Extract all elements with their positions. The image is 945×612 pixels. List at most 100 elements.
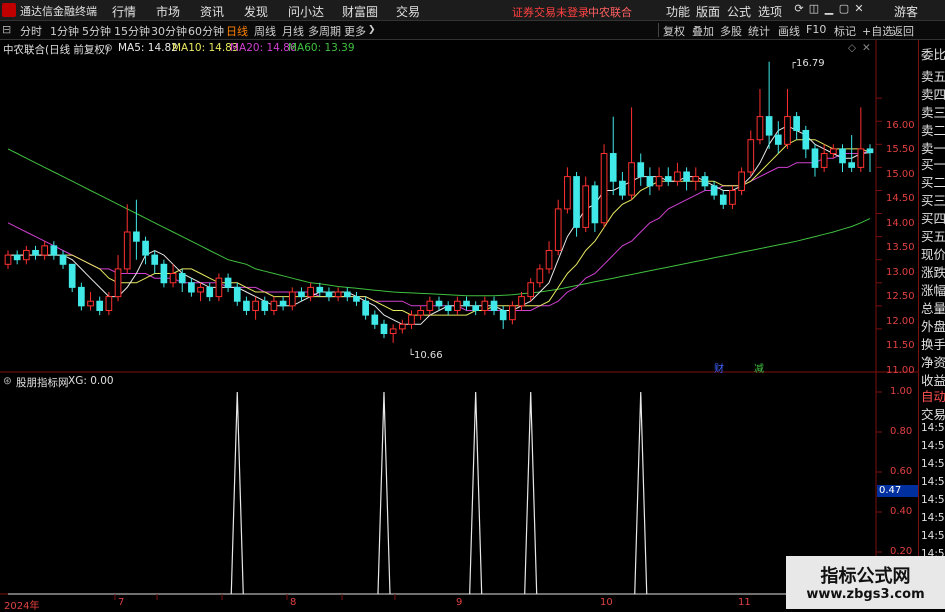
- side-label[interactable]: 委比: [921, 44, 945, 63]
- side-label[interactable]: 涨跌: [921, 262, 945, 281]
- side-label-auto[interactable]: 自动: [921, 386, 945, 405]
- candle-body: [13, 254, 21, 261]
- tool-overlay[interactable]: 叠加: [692, 23, 714, 39]
- period-weekly[interactable]: 周线: [254, 23, 276, 39]
- menu-discover[interactable]: 发现: [244, 3, 268, 20]
- menu-function[interactable]: 功能: [666, 3, 690, 20]
- candle: [518, 292, 525, 311]
- close-icon[interactable]: ✕: [852, 2, 866, 16]
- period-intraday[interactable]: 分时: [20, 23, 42, 39]
- candle: [78, 282, 85, 311]
- side-label[interactable]: 卖二: [921, 120, 945, 139]
- candle-body: [288, 291, 296, 307]
- maximize-icon[interactable]: ▢: [837, 2, 851, 16]
- candle-body: [527, 282, 535, 298]
- tool-stats[interactable]: 统计: [748, 23, 770, 39]
- xg-indicator: [8, 391, 870, 595]
- tool-add-favorite[interactable]: +自选: [862, 23, 893, 39]
- candle: [600, 144, 608, 228]
- side-label-trade[interactable]: 交易: [921, 404, 945, 423]
- candle-body: [178, 273, 186, 284]
- time-label: 14:56: [921, 422, 945, 434]
- minimize-icon[interactable]: ▁: [822, 2, 836, 16]
- period-30min[interactable]: 30分钟: [151, 23, 187, 39]
- period-monthly[interactable]: 月线: [282, 23, 304, 39]
- tag-finance[interactable]: 财: [714, 360, 724, 375]
- period-60min[interactable]: 60分钟: [188, 23, 224, 39]
- candle-body: [866, 148, 874, 154]
- candle: [252, 296, 259, 320]
- shirt-icon[interactable]: ◫: [807, 2, 821, 16]
- price-tick-label: 14.50: [886, 193, 915, 204]
- side-label[interactable]: 涨幅: [921, 280, 945, 299]
- candle: [32, 245, 39, 260]
- login-warning[interactable]: 证券交易未登录: [512, 4, 589, 20]
- candle: [123, 204, 131, 274]
- side-label[interactable]: 卖四: [921, 84, 945, 103]
- kline-chart[interactable]: [0, 40, 918, 609]
- side-label[interactable]: 卖三: [921, 102, 945, 121]
- time-label: 14:56: [921, 530, 945, 542]
- price-tick-label: 13.00: [886, 267, 915, 278]
- candle-body: [628, 162, 635, 196]
- menu-market[interactable]: 市场: [156, 3, 180, 20]
- side-label[interactable]: 买一: [921, 154, 945, 173]
- candle: [756, 88, 764, 145]
- collapse-icon[interactable]: ⊟: [2, 23, 11, 36]
- tag-reduce[interactable]: 减: [754, 360, 764, 375]
- side-label[interactable]: 外盘: [921, 316, 945, 335]
- candle-body: [78, 286, 85, 307]
- tool-back[interactable]: 返回: [892, 23, 914, 39]
- app-title: 通达信金融终端: [20, 5, 97, 18]
- period-daily[interactable]: 日线: [226, 23, 248, 39]
- candle: [160, 259, 168, 288]
- tool-mark[interactable]: 标记: [834, 23, 856, 39]
- tool-f10[interactable]: F10: [806, 23, 826, 36]
- candle-body: [857, 148, 865, 168]
- side-label[interactable]: 净资: [921, 352, 945, 371]
- menu-quotes[interactable]: 行情: [112, 3, 136, 20]
- period-multi[interactable]: 多周期: [308, 23, 341, 39]
- refresh-icon[interactable]: ⟳: [792, 2, 806, 16]
- tool-multi-stock[interactable]: 多股: [720, 23, 742, 39]
- candle-body: [426, 300, 434, 311]
- menu-layout[interactable]: 版面: [696, 3, 720, 20]
- candle: [169, 264, 177, 288]
- tool-adjust[interactable]: 复权: [663, 23, 685, 39]
- side-label[interactable]: 现价: [921, 244, 945, 263]
- candle-body: [591, 185, 599, 224]
- side-label[interactable]: 买三: [921, 190, 945, 209]
- menu-ask[interactable]: 问小达: [288, 3, 324, 20]
- side-label[interactable]: 总量: [921, 298, 945, 317]
- period-15min[interactable]: 15分钟: [114, 23, 150, 39]
- price-tick-label: 13.50: [886, 242, 915, 253]
- menu-news[interactable]: 资讯: [200, 3, 224, 20]
- period-1min[interactable]: 1分钟: [50, 23, 79, 39]
- candle: [224, 273, 232, 292]
- candle-body: [554, 208, 562, 251]
- period-more[interactable]: 更多: [344, 23, 366, 39]
- candle-body: [518, 296, 525, 307]
- side-label[interactable]: 换手: [921, 334, 945, 353]
- candle: [536, 264, 544, 288]
- candle-body: [353, 296, 360, 302]
- side-label[interactable]: 卖五: [921, 66, 945, 85]
- candle: [738, 167, 745, 196]
- side-label[interactable]: 买二: [921, 172, 945, 191]
- guest-label[interactable]: 游客: [894, 3, 918, 20]
- candle-body: [224, 277, 232, 288]
- tool-draw[interactable]: 画线: [778, 23, 800, 39]
- menu-trade[interactable]: 交易: [396, 3, 420, 20]
- chevron-right-icon[interactable]: ❯: [368, 25, 376, 35]
- side-label[interactable]: 买四: [921, 208, 945, 227]
- xg-spike: [634, 391, 648, 595]
- indicator-settings-icon[interactable]: ⊛: [3, 375, 12, 387]
- menu-formula[interactable]: 公式: [727, 3, 751, 20]
- period-5min[interactable]: 5分钟: [82, 23, 111, 39]
- candle-body: [472, 305, 480, 311]
- candle-body: [32, 249, 39, 256]
- side-label[interactable]: 买五: [921, 226, 945, 245]
- menu-options[interactable]: 选项: [758, 3, 782, 20]
- candle-body: [802, 129, 810, 150]
- menu-wealth[interactable]: 财富圈: [342, 3, 378, 20]
